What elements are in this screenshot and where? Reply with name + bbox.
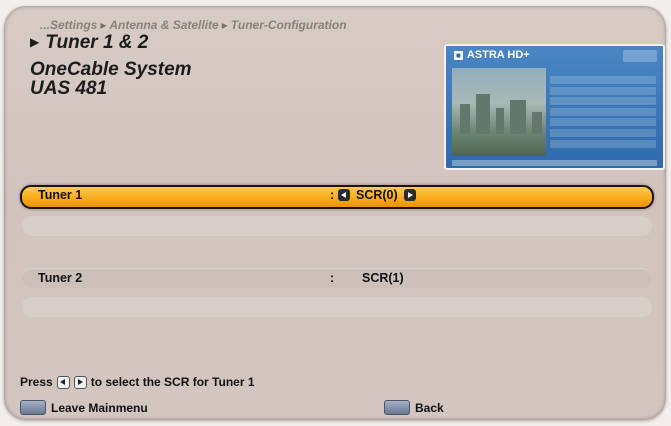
hint-prefix: Press — [20, 375, 53, 389]
menu-key-icon — [20, 400, 46, 415]
setting-row-disabled — [22, 216, 652, 236]
arrow-right-icon[interactable] — [403, 189, 416, 201]
system-model: UAS 481 — [30, 78, 108, 99]
scene-building — [496, 108, 504, 134]
scr-value-tuner1: SCR(0) — [356, 188, 398, 202]
setting-row-disabled — [22, 297, 652, 317]
help-hint: Press to select the SCR for Tuner 1 — [20, 375, 255, 389]
setting-colon: : — [330, 271, 335, 285]
weather-row — [550, 139, 656, 148]
preview-weather-list — [550, 76, 656, 150]
breadcrumb-item-antenna-satellite[interactable]: Antenna & Satellite — [109, 18, 218, 32]
scene-building — [532, 112, 542, 134]
arrow-right-key-icon — [73, 375, 87, 389]
footer-back-action[interactable]: Back — [384, 400, 444, 415]
preview-info-tag — [623, 50, 657, 62]
setting-row-tuner2[interactable]: Tuner 2 : SCR(1) — [22, 268, 652, 288]
play-arrow-icon: ▶ — [30, 35, 40, 49]
setting-row-tuner1[interactable]: Tuner 1 : SCR(0) — [20, 185, 654, 209]
breadcrumb-item-tuner-configuration: Tuner-Configuration — [230, 18, 347, 32]
setting-label-tuner2: Tuner 2 — [38, 271, 83, 285]
setting-value-tuner1: SCR(0) — [338, 188, 416, 202]
setting-label-tuner1: Tuner 1 — [38, 188, 83, 202]
weather-row — [550, 107, 656, 116]
page-title-text: Tuner 1 & 2 — [45, 32, 149, 53]
footer-menu-label: Leave Mainmenu — [51, 400, 148, 415]
weather-row — [550, 128, 656, 137]
setting-value-tuner2: SCR(1) — [362, 271, 404, 285]
weather-row — [550, 86, 656, 95]
setting-colon: : — [330, 188, 335, 202]
channel-logo-text: ASTRA HD+ — [466, 49, 530, 61]
channel-logo: ■ ASTRA HD+ — [454, 49, 530, 61]
arrow-left-key-icon — [56, 375, 70, 389]
scene-building — [460, 104, 470, 134]
live-tv-preview: ■ ASTRA HD+ — [444, 44, 665, 170]
weather-row — [550, 76, 656, 84]
breadcrumb-separator: ▸ — [221, 18, 228, 32]
hint-suffix: to select the SCR for Tuner 1 — [90, 375, 255, 389]
breadcrumb-separator: ▸ — [100, 18, 107, 32]
tv-icon: ■ — [454, 51, 463, 60]
preview-caption-bar — [452, 160, 657, 166]
breadcrumb: ...Settings ▸ Antenna & Satellite ▸ Tuner-Co… — [40, 18, 347, 32]
breadcrumb-item-settings[interactable]: ...Settings — [40, 18, 97, 32]
footer-back-label: Back — [415, 400, 444, 415]
page-title: ▶ Tuner 1 & 2 — [30, 32, 148, 53]
scene-building — [476, 94, 490, 134]
back-key-icon — [384, 400, 410, 415]
scr-value-tuner2: SCR(1) — [362, 271, 404, 285]
system-name: OneCable System — [30, 59, 192, 80]
weather-row — [550, 97, 656, 106]
weather-row — [550, 118, 656, 127]
scene-building — [510, 100, 526, 134]
preview-video-scene — [452, 68, 546, 156]
footer-menu-action[interactable]: Leave Mainmenu — [20, 400, 148, 415]
arrow-left-icon[interactable] — [338, 189, 350, 201]
osd-panel: ...Settings ▸ Antenna & Satellite ▸ Tuner-Co… — [4, 6, 666, 420]
